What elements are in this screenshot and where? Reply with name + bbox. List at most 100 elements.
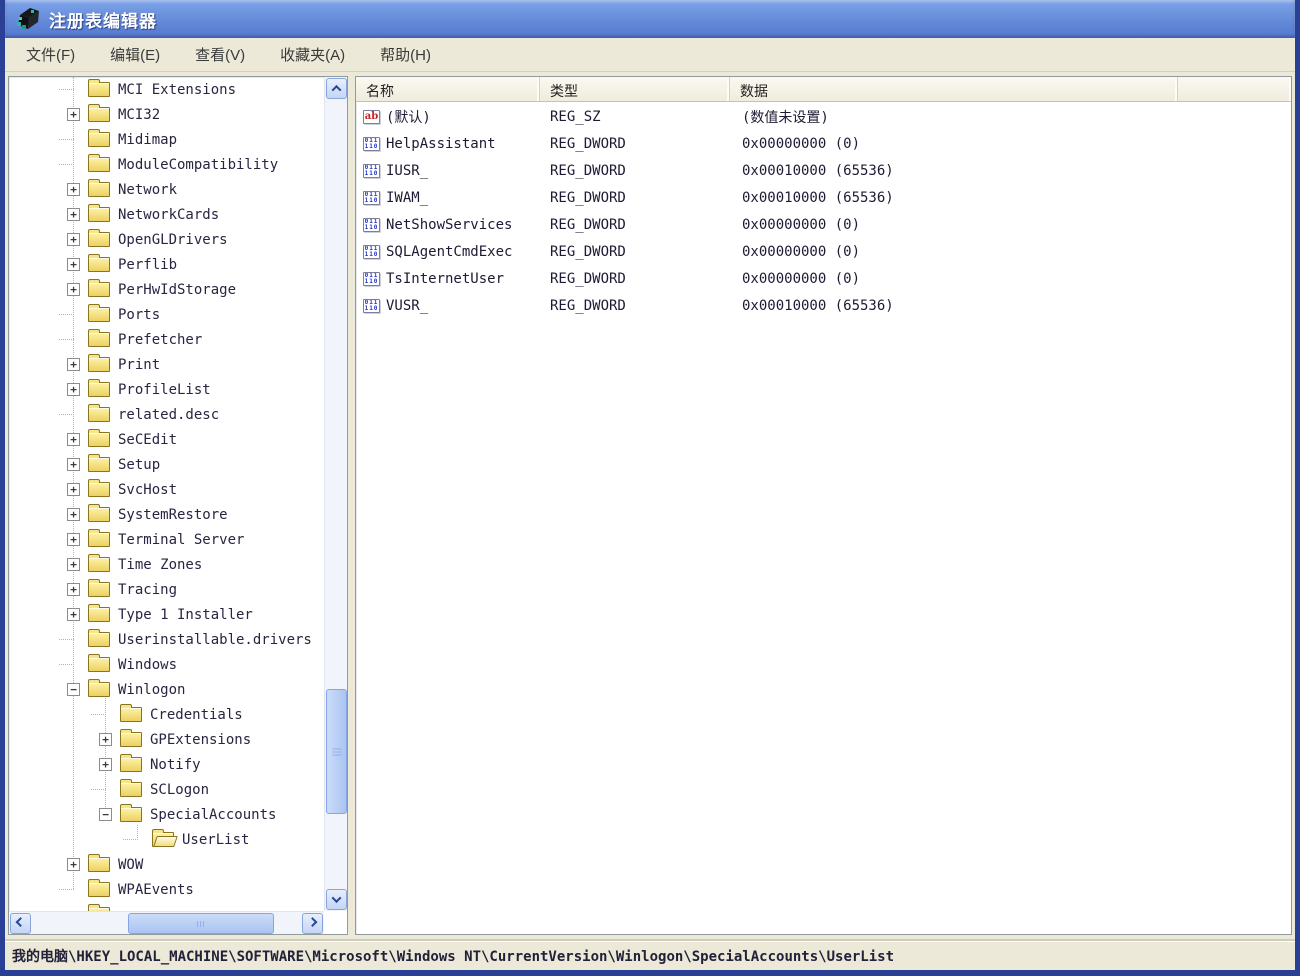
tree-item[interactable]: WPAEvents bbox=[9, 877, 324, 902]
expander-icon[interactable] bbox=[99, 708, 112, 721]
tree-item[interactable]: Windows bbox=[9, 652, 324, 677]
scroll-up-button[interactable] bbox=[326, 78, 347, 99]
value-type-icon bbox=[363, 245, 380, 259]
expander-icon[interactable] bbox=[131, 833, 144, 846]
tree-item[interactable]: SvcHost bbox=[9, 477, 324, 502]
tree-item[interactable]: ProfileList bbox=[9, 377, 324, 402]
tree-item[interactable]: Time Zones bbox=[9, 552, 324, 577]
tree-item[interactable]: Terminal Server bbox=[9, 527, 324, 552]
tree-item[interactable]: UserList bbox=[9, 827, 324, 852]
tree-item[interactable]: MCI32 bbox=[9, 102, 324, 127]
expander-icon[interactable] bbox=[67, 633, 80, 646]
registry-value-row[interactable]: HelpAssistant REG_DWORD 0x00000000 (0) bbox=[356, 130, 1291, 157]
expander-icon[interactable] bbox=[67, 558, 80, 571]
expander-icon[interactable] bbox=[67, 658, 80, 671]
tree-item[interactable] bbox=[9, 902, 324, 911]
expander-icon[interactable] bbox=[67, 508, 80, 521]
horizontal-scroll-thumb[interactable] bbox=[128, 913, 274, 934]
tree-item[interactable]: PerHwIdStorage bbox=[9, 277, 324, 302]
expander-icon[interactable] bbox=[67, 358, 80, 371]
tree-item[interactable]: SCLogon bbox=[9, 777, 324, 802]
column-header-data[interactable]: 数据 bbox=[730, 77, 1178, 101]
tree-item[interactable]: WOW bbox=[9, 852, 324, 877]
expander-icon[interactable] bbox=[67, 258, 80, 271]
tree-item[interactable]: Network bbox=[9, 177, 324, 202]
menu-item[interactable]: 编辑(E) bbox=[97, 40, 173, 69]
expander-icon[interactable] bbox=[67, 158, 80, 171]
scroll-left-button[interactable] bbox=[10, 913, 31, 934]
registry-value-row[interactable]: IUSR_ REG_DWORD 0x00010000 (65536) bbox=[356, 157, 1291, 184]
expander-icon[interactable] bbox=[67, 133, 80, 146]
value-name: SQLAgentCmdExec bbox=[386, 244, 512, 260]
expander-icon[interactable] bbox=[67, 408, 80, 421]
expander-icon[interactable] bbox=[99, 808, 112, 821]
expander-icon[interactable] bbox=[67, 108, 80, 121]
tree-horizontal-scrollbar[interactable] bbox=[9, 911, 324, 934]
expander-icon[interactable] bbox=[67, 183, 80, 196]
value-type: REG_DWORD bbox=[540, 244, 730, 260]
expander-icon[interactable] bbox=[67, 83, 80, 96]
tree-item[interactable]: Type 1 Installer bbox=[9, 602, 324, 627]
window-title: 注册表编辑器 bbox=[49, 7, 157, 32]
registry-value-row[interactable]: TsInternetUser REG_DWORD 0x00000000 (0) bbox=[356, 265, 1291, 292]
expander-icon[interactable] bbox=[67, 283, 80, 296]
value-type-icon bbox=[363, 299, 380, 313]
scroll-down-button[interactable] bbox=[326, 889, 347, 910]
expander-icon[interactable] bbox=[67, 608, 80, 621]
registry-value-row[interactable]: SQLAgentCmdExec REG_DWORD 0x00000000 (0) bbox=[356, 238, 1291, 265]
tree-item[interactable]: Prefetcher bbox=[9, 327, 324, 352]
tree-item[interactable]: Ports bbox=[9, 302, 324, 327]
expander-icon[interactable] bbox=[67, 233, 80, 246]
tree-item[interactable]: SystemRestore bbox=[9, 502, 324, 527]
tree-item[interactable]: related.desc bbox=[9, 402, 324, 427]
registry-value-row[interactable]: (默认) REG_SZ (数值未设置) bbox=[356, 103, 1291, 130]
vertical-scroll-thumb[interactable] bbox=[326, 689, 347, 814]
expander-icon[interactable] bbox=[67, 683, 80, 696]
value-name: TsInternetUser bbox=[386, 271, 504, 287]
tree-item[interactable]: NetworkCards bbox=[9, 202, 324, 227]
menu-item[interactable]: 帮助(H) bbox=[367, 40, 444, 69]
expander-icon[interactable] bbox=[67, 458, 80, 471]
tree-item[interactable]: SpecialAccounts bbox=[9, 802, 324, 827]
expander-icon[interactable] bbox=[99, 783, 112, 796]
expander-icon[interactable] bbox=[67, 308, 80, 321]
tree-item[interactable]: MCI Extensions bbox=[9, 77, 324, 102]
menu-item[interactable]: 文件(F) bbox=[13, 40, 88, 69]
registry-value-row[interactable]: NetShowServices REG_DWORD 0x00000000 (0) bbox=[356, 211, 1291, 238]
tree-item[interactable]: Credentials bbox=[9, 702, 324, 727]
expander-icon[interactable] bbox=[67, 883, 80, 896]
tree-item[interactable]: ModuleCompatibility bbox=[9, 152, 324, 177]
title-bar[interactable]: 注册表编辑器 bbox=[5, 0, 1295, 38]
horizontal-scroll-track[interactable] bbox=[32, 912, 301, 934]
tree-item[interactable]: Winlogon bbox=[9, 677, 324, 702]
tree-item[interactable]: Notify bbox=[9, 752, 324, 777]
registry-value-row[interactable]: IWAM_ REG_DWORD 0x00010000 (65536) bbox=[356, 184, 1291, 211]
expander-icon[interactable] bbox=[67, 533, 80, 546]
menu-item[interactable]: 查看(V) bbox=[182, 40, 258, 69]
tree-item[interactable]: Perflib bbox=[9, 252, 324, 277]
registry-value-row[interactable]: VUSR_ REG_DWORD 0x00010000 (65536) bbox=[356, 292, 1291, 319]
column-header-type[interactable]: 类型 bbox=[540, 77, 730, 101]
tree-item[interactable]: SeCEdit bbox=[9, 427, 324, 452]
expander-icon[interactable] bbox=[67, 208, 80, 221]
expander-icon[interactable] bbox=[67, 583, 80, 596]
expander-icon[interactable] bbox=[99, 733, 112, 746]
tree-item[interactable]: Setup bbox=[9, 452, 324, 477]
tree-vertical-scrollbar[interactable] bbox=[324, 77, 347, 911]
tree-item[interactable]: Midimap bbox=[9, 127, 324, 152]
folder-icon bbox=[88, 207, 110, 222]
tree-item[interactable]: Print bbox=[9, 352, 324, 377]
tree-item[interactable]: OpenGLDrivers bbox=[9, 227, 324, 252]
expander-icon[interactable] bbox=[67, 858, 80, 871]
expander-icon[interactable] bbox=[67, 483, 80, 496]
expander-icon[interactable] bbox=[99, 758, 112, 771]
tree-item[interactable]: Tracing bbox=[9, 577, 324, 602]
tree-item[interactable]: GPExtensions bbox=[9, 727, 324, 752]
tree-item[interactable]: Userinstallable.drivers bbox=[9, 627, 324, 652]
scroll-right-button[interactable] bbox=[302, 913, 323, 934]
expander-icon[interactable] bbox=[67, 383, 80, 396]
expander-icon[interactable] bbox=[67, 333, 80, 346]
menu-item[interactable]: 收藏夹(A) bbox=[267, 40, 358, 69]
column-header-name[interactable]: 名称 bbox=[356, 77, 540, 101]
expander-icon[interactable] bbox=[67, 433, 80, 446]
